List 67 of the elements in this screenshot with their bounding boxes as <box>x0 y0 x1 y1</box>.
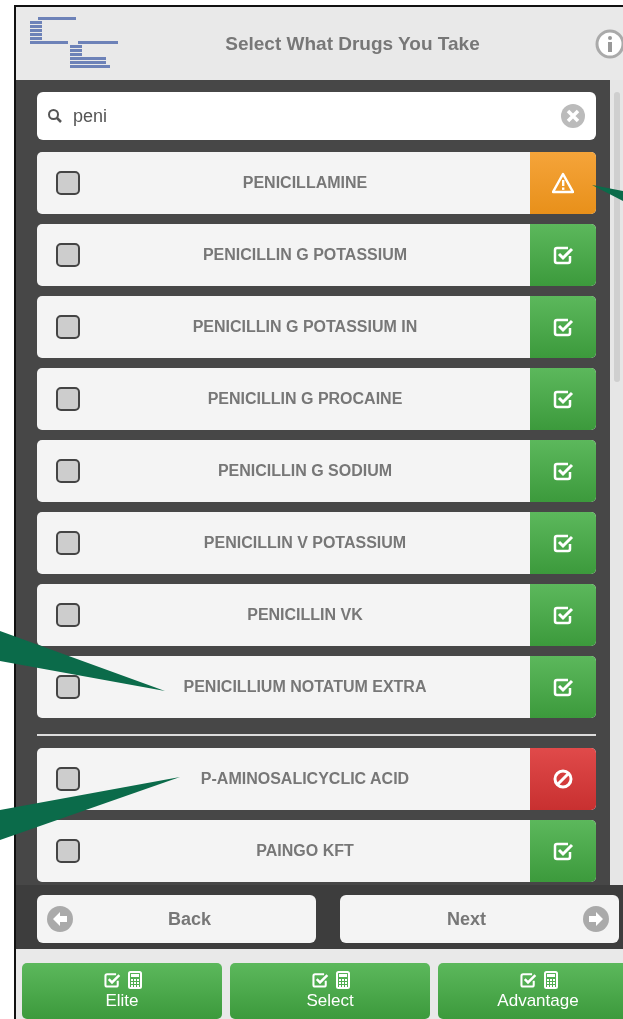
checkbox-icon <box>552 460 574 482</box>
drug-name: PENICILLIN G POTASSIUM IN <box>191 318 419 336</box>
drug-name: PAINGO KFT <box>255 842 355 860</box>
checkbox-icon <box>552 244 574 266</box>
drug-row[interactable]: P-AMINOSALICYCLIC ACID <box>37 748 596 810</box>
calculator-icon <box>336 971 350 989</box>
drug-name: PENICILLIUM NOTATUM EXTRA <box>182 678 428 696</box>
drug-row[interactable]: PENICILLIN VK <box>37 584 596 646</box>
checkbox[interactable] <box>56 243 80 267</box>
drug-row[interactable]: PENICILLIN V POTASSIUM <box>37 512 596 574</box>
status-button[interactable] <box>530 584 596 646</box>
callout-arrow <box>592 185 623 201</box>
calculator-icon <box>544 971 558 989</box>
drug-name: PENICILLIN V POTASSIUM <box>202 534 408 552</box>
back-button[interactable]: Back <box>37 895 316 943</box>
status-button[interactable] <box>530 512 596 574</box>
scrollbar[interactable] <box>610 80 623 885</box>
status-button[interactable] <box>530 296 596 358</box>
checkbox[interactable] <box>56 839 80 863</box>
warning-icon <box>552 172 574 194</box>
status-button[interactable] <box>530 368 596 430</box>
checkbox-icon <box>102 971 122 989</box>
plan-button[interactable]: Elite <box>22 963 222 1019</box>
checkbox-icon <box>310 971 330 989</box>
drug-row[interactable]: PENICILLAMINE <box>37 152 596 214</box>
drug-name: PENICILLIN G PROCAINE <box>206 390 404 408</box>
info-icon[interactable] <box>595 29 623 59</box>
drug-name: PENICILLAMINE <box>241 174 369 192</box>
checkbox-icon <box>552 532 574 554</box>
checkbox[interactable] <box>56 675 80 699</box>
checkbox[interactable] <box>56 387 80 411</box>
checkbox[interactable] <box>56 767 80 791</box>
drug-row[interactable]: PENICILLIN G PROCAINE <box>37 368 596 430</box>
drug-row[interactable]: PENICILLIN G POTASSIUM IN <box>37 296 596 358</box>
next-button[interactable]: Next <box>340 895 619 943</box>
calculator-icon <box>128 971 142 989</box>
checkbox-icon <box>552 604 574 626</box>
drug-name: PENICILLIN G POTASSIUM <box>201 246 409 264</box>
drug-row[interactable]: PENICILLIN G POTASSIUM <box>37 224 596 286</box>
checkbox[interactable] <box>56 459 80 483</box>
checkbox-icon <box>552 316 574 338</box>
drug-row[interactable]: PENICILLIN G SODIUM <box>37 440 596 502</box>
page-title: Select What Drugs You Take <box>224 32 481 55</box>
checkbox-icon <box>552 388 574 410</box>
checkbox[interactable] <box>56 171 80 195</box>
status-button[interactable] <box>530 748 596 810</box>
status-button[interactable] <box>530 656 596 718</box>
checkbox[interactable] <box>56 315 80 339</box>
checkbox-icon <box>552 840 574 862</box>
status-button[interactable] <box>530 152 596 214</box>
status-button[interactable] <box>530 224 596 286</box>
drug-name: PENICILLIN VK <box>246 606 364 624</box>
status-button[interactable] <box>530 820 596 882</box>
drug-name: PENICILLIN G SODIUM <box>216 462 394 480</box>
plan-button[interactable]: Select <box>230 963 430 1019</box>
clear-icon[interactable] <box>560 103 586 129</box>
drug-row[interactable]: PAINGO KFT <box>37 820 596 882</box>
checkbox[interactable] <box>56 603 80 627</box>
prohibited-icon <box>552 768 574 790</box>
plan-button[interactable]: Advantage <box>438 963 623 1019</box>
drug-name: P-AMINOSALICYCLIC ACID <box>199 770 411 788</box>
checkbox-icon <box>518 971 538 989</box>
status-button[interactable] <box>530 440 596 502</box>
checkbox-icon <box>552 676 574 698</box>
search-field[interactable]: peni <box>37 92 596 140</box>
checkbox[interactable] <box>56 531 80 555</box>
drug-row[interactable]: PENICILLIUM NOTATUM EXTRA <box>37 656 596 718</box>
